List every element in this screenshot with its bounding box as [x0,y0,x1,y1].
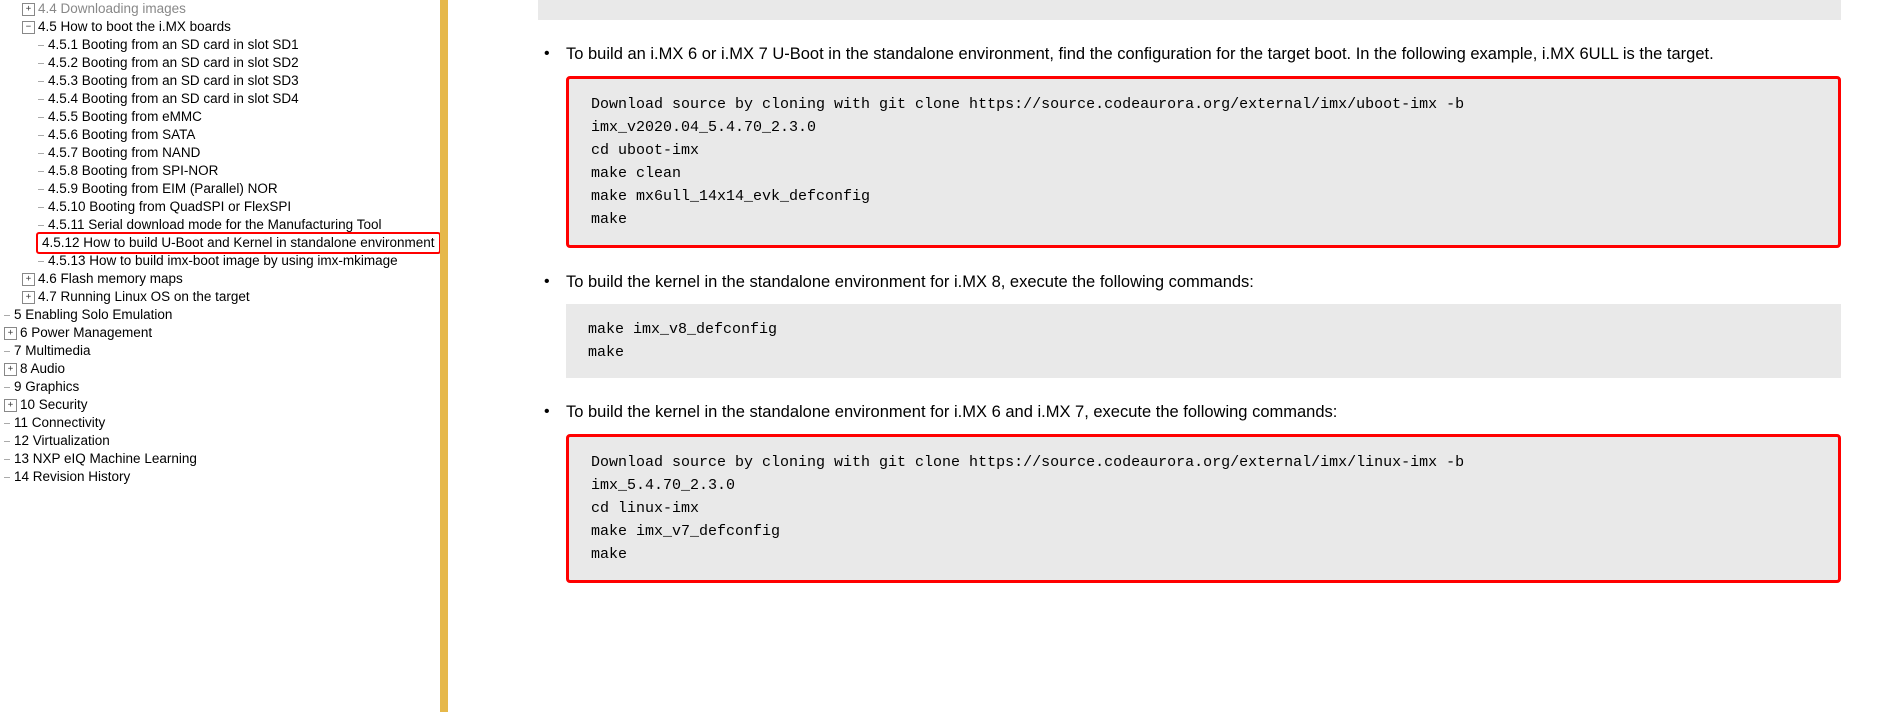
toc-item[interactable]: 4.5.7 Booting from NAND [38,144,440,162]
paragraph-text: To build an i.MX 6 or i.MX 7 U-Boot in t… [566,45,1714,63]
toc-item[interactable]: +8 Audio [4,360,440,378]
toc-item-highlight: 4.5.12 How to build U-Boot and Kernel in… [36,232,441,254]
toc-item-label: 12 Virtualization [14,432,110,450]
toc-item[interactable]: 4.5.3 Booting from an SD card in slot SD… [38,72,440,90]
toc-item[interactable]: +4.6 Flash memory maps [22,270,440,288]
doc-content: make imx8mp_evk_defconfig make To build … [448,0,1901,712]
leaf-icon [4,351,10,352]
toc-item-label: 9 Graphics [14,378,79,396]
paragraph-text: To build the kernel in the standalone en… [566,403,1337,421]
bullet-item: To build the kernel in the standalone en… [538,270,1841,378]
leaf-icon [4,387,10,388]
leaf-icon [38,135,44,136]
app-root: +4.4 Downloading images−4.5 How to boot … [0,0,1901,712]
leaf-icon [4,315,10,316]
toc-item-label: 5 Enabling Solo Emulation [14,306,172,324]
toc-tree: +4.4 Downloading images−4.5 How to boot … [0,0,440,486]
toc-item[interactable]: 9 Graphics [4,378,440,396]
toc-item-label: 4.5.4 Booting from an SD card in slot SD… [48,90,299,108]
toc-item[interactable]: 4.5.8 Booting from SPI-NOR [38,162,440,180]
leaf-icon [38,45,44,46]
expand-icon[interactable]: + [22,273,35,286]
toc-item-label: 4.5.6 Booting from SATA [48,126,195,144]
toc-item-label: 4.5.2 Booting from an SD card in slot SD… [48,54,299,72]
toc-item-label: 14 Revision History [14,468,130,486]
collapse-icon[interactable]: − [22,21,35,34]
leaf-icon [38,117,44,118]
toc-item[interactable]: 14 Revision History [4,468,440,486]
expand-icon[interactable]: + [22,3,35,16]
toc-item[interactable]: 4.5.1 Booting from an SD card in slot SD… [38,36,440,54]
toc-item-label: 7 Multimedia [14,342,91,360]
leaf-icon [4,441,10,442]
toc-sidebar: +4.4 Downloading images−4.5 How to boot … [0,0,448,712]
toc-item-label: 11 Connectivity [14,414,105,432]
leaf-icon [4,423,10,424]
expand-icon[interactable]: + [4,363,17,376]
toc-item-label: 4.5.8 Booting from SPI-NOR [48,162,218,180]
leaf-icon [4,459,10,460]
toc-item[interactable]: 4.5.6 Booting from SATA [38,126,440,144]
leaf-icon [38,261,44,262]
toc-item[interactable]: 5 Enabling Solo Emulation [4,306,440,324]
toc-item-label: 4.5.10 Booting from QuadSPI or FlexSPI [48,198,291,216]
toc-item-label: 8 Audio [20,360,65,378]
toc-item[interactable]: 4.5.10 Booting from QuadSPI or FlexSPI [38,198,440,216]
toc-item-label: 4.5.13 How to build imx-boot image by us… [48,252,398,270]
toc-item[interactable]: 13 NXP eIQ Machine Learning [4,450,440,468]
toc-item-label: 4.5.9 Booting from EIM (Parallel) NOR [48,180,278,198]
paragraph-text: To build the kernel in the standalone en… [566,273,1254,291]
toc-item-label: 10 Security [20,396,88,414]
toc-item[interactable]: 4.5.2 Booting from an SD card in slot SD… [38,54,440,72]
leaf-icon [38,63,44,64]
bullet-item: To build the kernel in the standalone en… [538,400,1841,583]
toc-item-label: 4.5.5 Booting from eMMC [48,108,202,126]
leaf-icon [38,207,44,208]
code-block-prev: make imx8mp_evk_defconfig make [538,0,1841,20]
leaf-icon [38,225,44,226]
toc-item[interactable]: +4.7 Running Linux OS on the target [22,288,440,306]
toc-item-label: 4.5.7 Booting from NAND [48,144,200,162]
leaf-icon [4,477,10,478]
leaf-icon [38,171,44,172]
leaf-icon [38,153,44,154]
bullet-item: To build an i.MX 6 or i.MX 7 U-Boot in t… [538,42,1841,248]
toc-item[interactable]: 4.5.12 How to build U-Boot and Kernel in… [38,234,440,252]
toc-item-label: 13 NXP eIQ Machine Learning [14,450,197,468]
toc-item[interactable]: 12 Virtualization [4,432,440,450]
expand-icon[interactable]: + [22,291,35,304]
leaf-icon [38,99,44,100]
expand-icon[interactable]: + [4,399,17,412]
code-block-kernel-imx8: make imx_v8_defconfig make [566,304,1841,378]
toc-item-label: 6 Power Management [20,324,152,342]
toc-item-label: 4.5.12 How to build U-Boot and Kernel in… [42,235,435,250]
code-block-kernel-imx6-7: Download source by cloning with git clon… [566,434,1841,583]
toc-item[interactable]: +6 Power Management [4,324,440,342]
toc-item[interactable]: +4.4 Downloading images [22,0,440,18]
toc-item-label: 4.7 Running Linux OS on the target [38,288,250,306]
toc-item[interactable]: 4.5.5 Booting from eMMC [38,108,440,126]
toc-item-label: 4.5 How to boot the i.MX boards [38,18,231,36]
leaf-icon [38,189,44,190]
toc-item-label: 4.5.1 Booting from an SD card in slot SD… [48,36,299,54]
toc-item-label: 4.6 Flash memory maps [38,270,183,288]
toc-item[interactable]: 4.5.9 Booting from EIM (Parallel) NOR [38,180,440,198]
toc-item[interactable]: 4.5.13 How to build imx-boot image by us… [38,252,440,270]
code-block-uboot-imx6: Download source by cloning with git clon… [566,76,1841,248]
expand-icon[interactable]: + [4,327,17,340]
toc-item[interactable]: +10 Security [4,396,440,414]
toc-item-label: 4.4 Downloading images [38,0,186,18]
toc-item[interactable]: −4.5 How to boot the i.MX boards [22,18,440,36]
toc-item-label: 4.5.3 Booting from an SD card in slot SD… [48,72,299,90]
toc-item[interactable]: 11 Connectivity [4,414,440,432]
toc-item[interactable]: 4.5.4 Booting from an SD card in slot SD… [38,90,440,108]
leaf-icon [38,81,44,82]
toc-item[interactable]: 7 Multimedia [4,342,440,360]
